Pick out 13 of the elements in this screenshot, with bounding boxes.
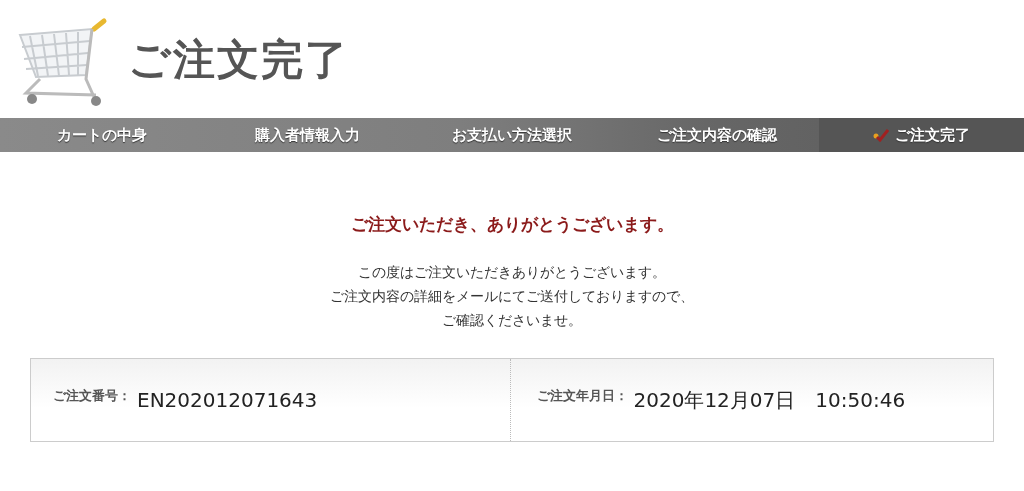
step-label: ご注文完了 (895, 124, 971, 146)
step-item: お支払い方法選択 (451, 124, 573, 146)
field-value: EN202012071643 (137, 386, 318, 414)
step-item: カートの中身 (56, 124, 149, 146)
step-item: 購入者情報入力 (253, 124, 361, 146)
field-label: ご注文年月日： (536, 386, 628, 405)
thanks-heading: ご注文いただき、ありがとうございます。 (349, 213, 675, 236)
thanks-message: この度はご注文いただきありがとうございます。 ご注文内容の詳細をメールにてご送付しておりますので、 ご確認くださいませ。 (329, 262, 695, 330)
page-title: ご注文完了 (128, 33, 349, 86)
check-icon (873, 128, 890, 142)
field-label: ご注文番号： (53, 386, 131, 405)
field-value: 2020年12月07日 10:50:46 (633, 386, 906, 414)
step-item: ご注文内容の確認 (655, 124, 778, 146)
